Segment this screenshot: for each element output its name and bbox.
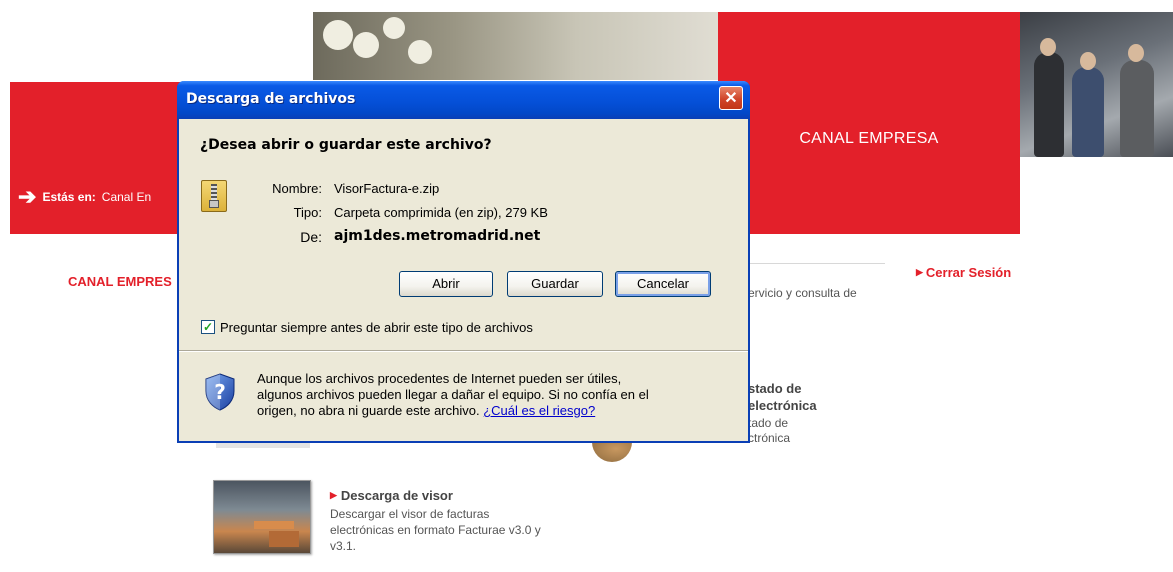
- arrow-right-icon: ➔: [18, 184, 37, 209]
- file-type-value: Carpeta comprimida (en zip), 279 KB: [334, 205, 548, 220]
- header-red-band-right: [718, 12, 1020, 234]
- estado-title-line2: electrónica: [748, 398, 817, 413]
- open-button[interactable]: Abrir: [399, 271, 493, 297]
- visor-download-link[interactable]: ▶ Descarga de visor: [330, 488, 453, 503]
- checkmark-icon: ✓: [202, 320, 214, 334]
- always-ask-label[interactable]: Preguntar siempre antes de abrir este ti…: [220, 320, 533, 335]
- breadcrumb-label: Estás en:: [42, 190, 96, 204]
- file-name-label: Nombre:: [272, 181, 322, 196]
- estado-title[interactable]: stado de electrónica: [748, 380, 817, 414]
- dialog-title: Descarga de archivos: [186, 91, 356, 107]
- file-source-label: De:: [300, 229, 322, 245]
- shield-question-icon: ?: [205, 373, 235, 411]
- svg-text:?: ?: [214, 380, 226, 404]
- divider: [745, 263, 885, 264]
- file-name-value: VisorFactura-e.zip: [334, 181, 440, 196]
- visor-thumbnail[interactable]: [213, 480, 311, 554]
- estado-title-line1: stado de: [748, 381, 802, 396]
- triangle-right-icon: ▶: [330, 490, 337, 500]
- triangle-right-icon: ▶: [916, 267, 923, 277]
- save-button[interactable]: Guardar: [507, 271, 603, 297]
- breadcrumb-link[interactable]: Canal En: [102, 190, 151, 204]
- header-photo-flowers: [313, 12, 718, 80]
- hand-image: [592, 440, 632, 462]
- cancel-button[interactable]: Cancelar: [615, 271, 711, 297]
- divider-highlight: [179, 351, 748, 352]
- service-text: ervicio y consulta de: [748, 286, 857, 300]
- dialog-question: ¿Desea abrir o guardar este archivo?: [200, 137, 492, 153]
- visor-description: Descargar el visor de facturas electróni…: [330, 507, 541, 553]
- visor-download-label: Descarga de visor: [340, 488, 453, 503]
- file-source-value: ajm1des.metromadrid.net: [334, 228, 541, 244]
- header-photo-people: [1020, 12, 1173, 157]
- close-icon: ✕: [724, 90, 738, 107]
- zip-folder-icon: [201, 180, 227, 212]
- close-button[interactable]: ✕: [719, 86, 743, 110]
- estado-desc-line2: ctrónica: [748, 431, 791, 445]
- section-title: CANAL EMPRES: [68, 274, 172, 289]
- always-ask-checkbox[interactable]: ✓: [201, 320, 215, 334]
- risk-link[interactable]: ¿Cuál es el riesgo?: [483, 403, 595, 418]
- estado-desc: tado de ctrónica: [748, 416, 790, 446]
- breadcrumb: ➔ Estás en: Canal En: [18, 184, 151, 209]
- security-warning: Aunque los archivos procedentes de Inter…: [257, 371, 657, 419]
- estado-desc-line1: tado de: [748, 416, 789, 430]
- canal-empresa-banner: CANAL EMPRESA: [799, 130, 939, 147]
- logout-link[interactable]: ▶ Cerrar Sesión: [916, 265, 1011, 280]
- file-type-label: Tipo:: [293, 205, 322, 220]
- logout-label: Cerrar Sesión: [925, 265, 1012, 280]
